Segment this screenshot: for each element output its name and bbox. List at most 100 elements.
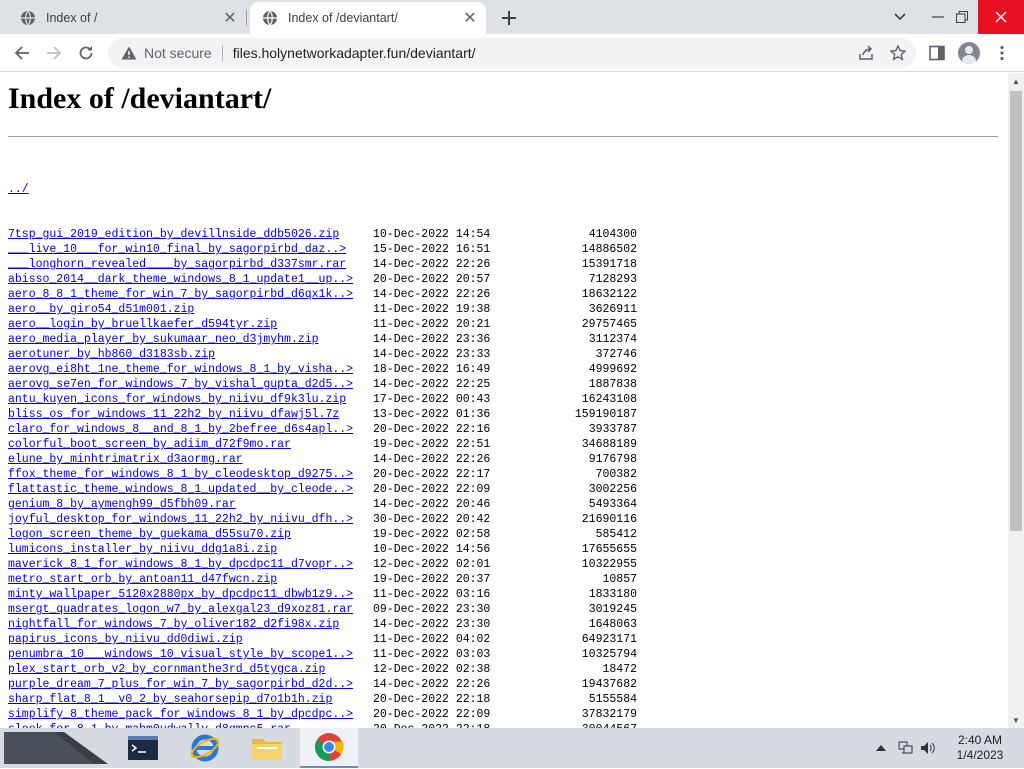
file-link[interactable]: aerotuner_by_hb860_d3183sb.zip	[8, 347, 373, 362]
tab-index-root[interactable]: Index of / ✕	[8, 2, 246, 34]
file-link[interactable]: papirus_icons_by_niivu_dd0diwi.zip	[8, 632, 373, 647]
file-link[interactable]: logon_screen_theme_by_guekama_d55su70.zi…	[8, 527, 373, 542]
file-row: ffox_theme_for_windows_8_1_by_cleodeskto…	[8, 467, 637, 482]
scroll-down-arrow-icon[interactable]: ▼	[1008, 712, 1024, 728]
clock-time: 2:40 AM	[957, 733, 1003, 747]
file-date: 13-Dec-2022 01:36	[373, 408, 491, 421]
parent-directory-link[interactable]: ../	[8, 182, 373, 197]
security-label[interactable]: Not secure	[144, 45, 212, 61]
warning-icon[interactable]	[120, 46, 138, 60]
file-link[interactable]: penumbra_10___windows_10_visual_style_by…	[8, 647, 373, 662]
clock-date: 1/4/2023	[956, 748, 1004, 762]
show-hidden-icons-button[interactable]	[874, 738, 888, 758]
file-link[interactable]: msergt_quadrates_logon_w7_by_alexgal23_d…	[8, 602, 373, 617]
file-link[interactable]: aerovg_ei8ht_1ne_theme_for_windows_8_1_b…	[8, 362, 373, 377]
file-link[interactable]: ___longhorn_revealed____by_sagorpirbd_d3…	[8, 257, 373, 272]
file-link[interactable]: 7tsp_gui_2019_edition_by_devillnside_ddb…	[8, 227, 373, 242]
share-icon[interactable]	[856, 43, 876, 63]
restore-button[interactable]	[946, 0, 978, 34]
side-panel-button[interactable]	[925, 41, 949, 65]
file-row: claro_for_windows_8__and_8_1_by_2befree_…	[8, 422, 637, 437]
file-link[interactable]: simplify_8_theme_pack_for_windows_8_1_by…	[8, 707, 373, 722]
file-row: aero_8_8_1_theme_for_win_7_by_sagorpirbd…	[8, 287, 637, 302]
close-icon	[995, 11, 1007, 23]
file-date: 14-Dec-2022 23:36	[373, 333, 491, 346]
scrollbar-thumb[interactable]	[1010, 91, 1022, 531]
file-row: minty_wallpaper_5120x2880px_by_dpcdpc11_…	[8, 587, 637, 602]
file-size: 4999692	[588, 363, 637, 376]
restore-icon	[956, 11, 968, 23]
file-link[interactable]: joyful_desktop_for_windows_11_22h2_by_ni…	[8, 512, 373, 527]
file-date: 18-Dec-2022 16:49	[373, 363, 491, 376]
taskbar-clock[interactable]: 2:40 AM 1/4/2023	[942, 733, 1018, 763]
file-link[interactable]: maverick_8_1_for_windows_8_1_by_dpcdpc11…	[8, 557, 373, 572]
file-link[interactable]: aero_8_8_1_theme_for_win_7_by_sagorpirbd…	[8, 287, 373, 302]
tab-title: Index of /deviantart/	[288, 11, 398, 25]
url-text[interactable]: files.holynetworkadapter.fun/deviantart/	[233, 45, 476, 61]
bookmark-star-icon[interactable]	[888, 43, 908, 63]
file-size: 3002256	[588, 483, 637, 496]
file-link[interactable]: antu_kuyen_icons_for_windows_by_niivu_df…	[8, 392, 373, 407]
file-link[interactable]: sharp_flat_8_1__v0_2_by_seahorsepip_d7o1…	[8, 692, 373, 707]
file-row: aero_media_player_by_sukumaar_neo_d3jmyh…	[8, 332, 637, 347]
tab-index-deviantart[interactable]: Index of /deviantart/ ✕	[250, 2, 486, 34]
back-button[interactable]	[9, 40, 35, 66]
network-status-button[interactable]	[896, 738, 916, 758]
file-size: 21690116	[581, 513, 637, 526]
file-row: aero__login_by_bruellkaefer_d594tyr.zip 1…	[8, 317, 637, 332]
scroll-up-arrow-icon[interactable]: ▲	[1008, 73, 1024, 89]
menu-button[interactable]	[990, 41, 1014, 65]
tab-search-button[interactable]	[884, 0, 916, 34]
page-scrollbar[interactable]: ▲ ▼	[1008, 73, 1024, 728]
file-link[interactable]: ffox_theme_for_windows_8_1_by_cleodeskto…	[8, 467, 373, 482]
taskbar-app-internet-explorer[interactable]	[176, 728, 234, 768]
file-link[interactable]: flattastic_theme_windows_8_1_updated__by…	[8, 482, 373, 497]
side-panel-icon	[929, 45, 945, 61]
profile-button[interactable]	[957, 41, 981, 65]
file-link[interactable]: aero__login_by_bruellkaefer_d594tyr.zip	[8, 317, 373, 332]
file-link[interactable]: aero__by_giro54_d51m001.zip	[8, 302, 373, 317]
file-link[interactable]: aerovg_se7en_for_windows_7_by_vishal_gup…	[8, 377, 373, 392]
file-row: plex_start_orb_v2_by_cornmanthe3rd_d5tyg…	[8, 662, 637, 677]
file-link[interactable]: nightfall_for_windows_7_by_oliver182_d2f…	[8, 617, 373, 632]
file-row: elune_by_minhtrimatrix_d3aormg.rar 14-Dec…	[8, 452, 637, 467]
taskbar-app-terminal[interactable]	[114, 728, 172, 768]
file-size: 1648063	[588, 618, 637, 631]
file-link[interactable]: abisso_2014__dark_theme_windows_8_1_upda…	[8, 272, 373, 287]
start-button[interactable]	[4, 732, 108, 764]
file-size: 7128293	[588, 273, 637, 286]
file-link[interactable]: metro_start_orb_by_antoan11_d47fwcn.zip	[8, 572, 373, 587]
file-link[interactable]: lumicons_installer_by_niivu_ddg1a8i.zip	[8, 542, 373, 557]
address-bar[interactable]: Not secure files.holynetworkadapter.fun/…	[108, 38, 916, 68]
file-link[interactable]: elune_by_minhtrimatrix_d3aormg.rar	[8, 452, 373, 467]
close-window-button[interactable]	[978, 0, 1024, 34]
reload-button[interactable]	[73, 40, 99, 66]
file-row: flattastic_theme_windows_8_1_updated__by…	[8, 482, 637, 497]
file-date: 15-Dec-2022 16:51	[373, 243, 491, 256]
file-link[interactable]: plex_start_orb_v2_by_cornmanthe3rd_d5tyg…	[8, 662, 373, 677]
new-tab-button[interactable]	[497, 6, 521, 30]
file-link[interactable]: aero_media_player_by_sukumaar_neo_d3jmyh…	[8, 332, 373, 347]
forward-button[interactable]	[41, 40, 67, 66]
file-link[interactable]: minty_wallpaper_5120x2880px_by_dpcdpc11_…	[8, 587, 373, 602]
file-link[interactable]: colorful_boot_screen_by_adiim_d72f9mo.ra…	[8, 437, 373, 452]
close-tab-icon[interactable]: ✕	[220, 8, 240, 28]
file-size: 14886502	[581, 243, 637, 256]
file-date: 10-Dec-2022 14:54	[373, 228, 491, 241]
file-size: 10857	[602, 573, 637, 586]
parent-directory-row: ../	[8, 182, 637, 197]
taskbar-app-file-explorer[interactable]	[238, 728, 296, 768]
file-link[interactable]: claro_for_windows_8__and_8_1_by_2befree_…	[8, 422, 373, 437]
file-date: 14-Dec-2022 23:30	[373, 618, 491, 631]
taskbar-app-chrome[interactable]	[300, 728, 358, 768]
file-link[interactable]: genium_8_by_aymengh99_d5fbh09.rar	[8, 497, 373, 512]
volume-button[interactable]	[918, 738, 938, 758]
internet-explorer-icon	[190, 734, 220, 762]
file-link[interactable]: purple_dream_7_plus_for_win_7_by_sagorpi…	[8, 677, 373, 692]
file-link[interactable]: ___live_10___for_win10_final_by_sagorpir…	[8, 242, 373, 257]
globe-icon	[21, 10, 35, 26]
globe-icon	[263, 10, 277, 26]
file-link[interactable]: bliss_os_for_windows_11_22h2_by_niivu_df…	[8, 407, 373, 422]
close-tab-icon[interactable]: ✕	[460, 8, 480, 28]
file-row: colorful_boot_screen_by_adiim_d72f9mo.ra…	[8, 437, 637, 452]
